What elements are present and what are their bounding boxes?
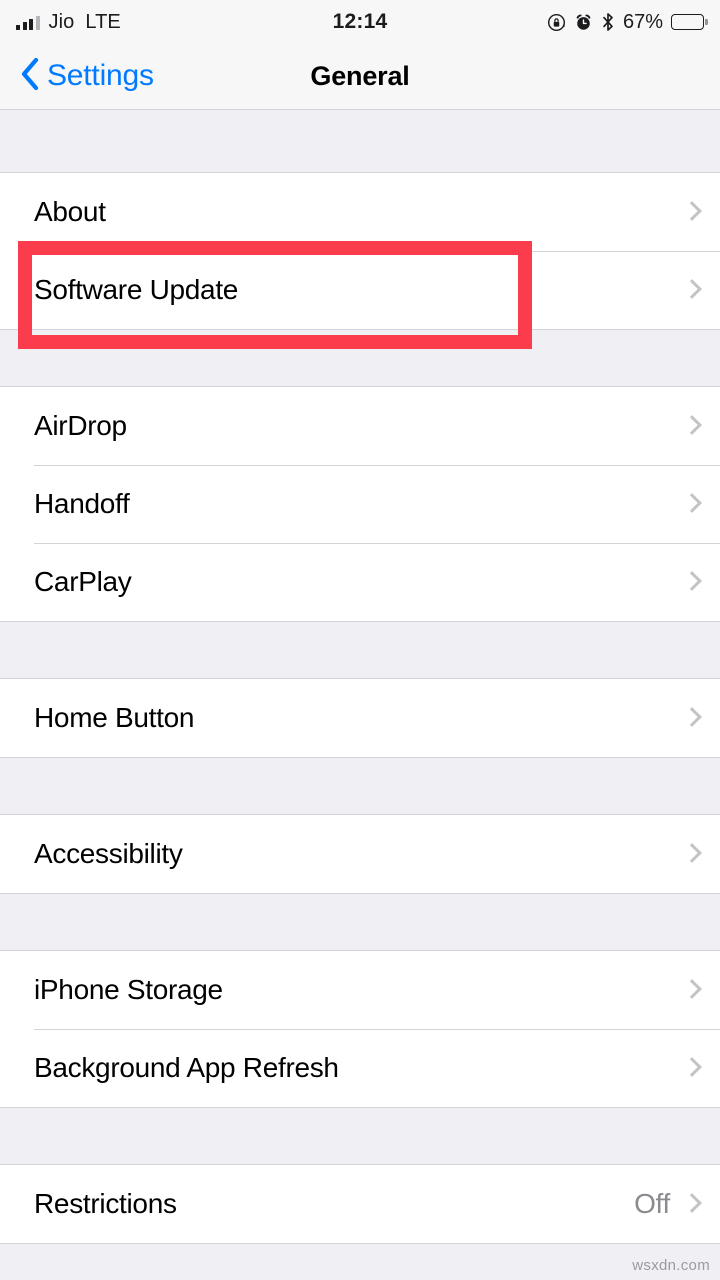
signal-bars-icon [16,14,40,30]
alarm-clock-icon [574,13,593,32]
settings-group: Accessibility [0,814,720,894]
settings-row-iphone-storage[interactable]: iPhone Storage [0,951,720,1029]
settings-row-about[interactable]: About [0,173,720,251]
status-bar-left: Jio LTE [16,11,121,34]
settings-list: About Software Update AirDrop Handoff CarPla… [0,110,720,1244]
section-gap [0,110,720,172]
settings-row-carplay[interactable]: CarPlay [0,543,720,621]
row-label: Software Update [34,274,239,305]
row-label: iPhone Storage [34,974,223,1005]
chevron-right-icon [684,1192,698,1216]
iphone-settings-screen: Jio LTE 12:14 67% Settings General About… [0,0,720,1280]
settings-group: Restrictions Off [0,1164,720,1244]
row-value: Off [634,1188,670,1219]
rotation-lock-icon [547,13,566,32]
carrier-name: Jio [48,10,75,33]
chevron-right-icon [684,842,698,866]
chevron-right-icon [684,414,698,438]
back-button[interactable]: Settings [20,44,154,108]
network-type: LTE [85,10,121,33]
status-bar: Jio LTE 12:14 67% [0,0,720,44]
row-label: Background App Refresh [34,1052,339,1083]
settings-group: iPhone Storage Background App Refresh [0,950,720,1108]
section-gap [0,622,720,678]
section-gap [0,1108,720,1164]
settings-row-airdrop[interactable]: AirDrop [0,387,720,465]
row-label: Home Button [34,702,195,733]
navigation-bar: Settings General [0,44,720,110]
chevron-right-icon [684,978,698,1002]
row-label: Handoff [34,488,130,519]
section-gap [0,758,720,814]
row-label: AirDrop [34,410,127,441]
row-label: CarPlay [34,566,132,597]
settings-row-accessibility[interactable]: Accessibility [0,815,720,893]
settings-row-background-app-refresh[interactable]: Background App Refresh [0,1029,720,1107]
settings-row-restrictions[interactable]: Restrictions Off [0,1165,720,1243]
battery-percentage: 67% [622,10,663,33]
watermark: wsxdn.com [632,1257,710,1274]
section-gap [0,894,720,950]
chevron-right-icon [684,278,698,302]
chevron-right-icon [684,200,698,224]
chevron-right-icon [684,706,698,730]
battery-icon [671,14,704,30]
chevron-right-icon [684,570,698,594]
settings-row-handoff[interactable]: Handoff [0,465,720,543]
back-button-label: Settings [47,59,154,92]
chevron-left-icon [20,57,40,96]
settings-group: Home Button [0,678,720,758]
settings-row-home-button[interactable]: Home Button [0,679,720,757]
settings-row-software-update[interactable]: Software Update [0,251,720,329]
row-label: Restrictions [34,1188,177,1219]
chevron-right-icon [684,492,698,516]
status-bar-right: 67% [547,11,704,34]
settings-group: AirDrop Handoff CarPlay [0,386,720,622]
settings-group: About Software Update [0,172,720,330]
row-label: Accessibility [34,838,183,869]
section-gap [0,330,720,386]
chevron-right-icon [684,1056,698,1080]
bluetooth-icon [601,12,615,32]
row-label: About [34,196,106,227]
